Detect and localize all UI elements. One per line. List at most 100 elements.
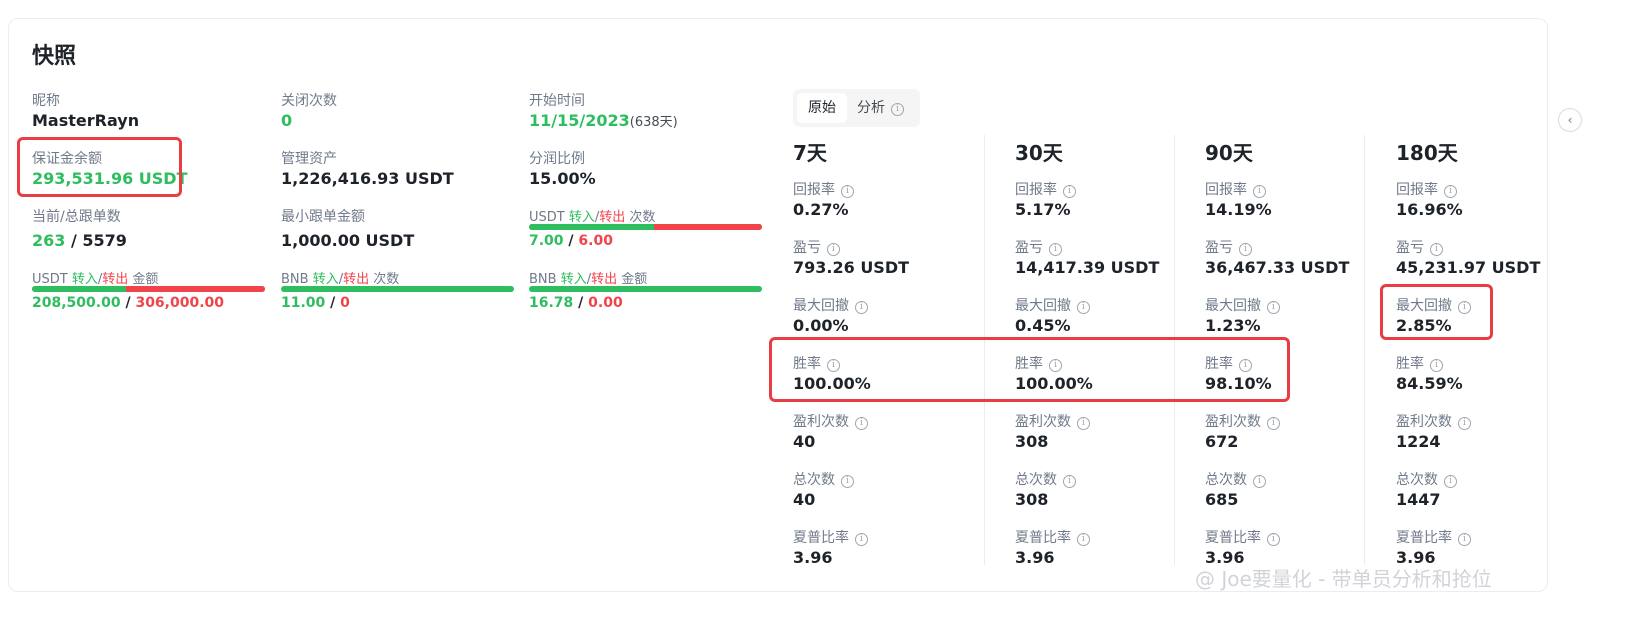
info-icon[interactable]: i bbox=[827, 243, 840, 256]
metric-label-winrate: 胜率 i bbox=[1015, 353, 1062, 373]
metric-value-pnl: 14,417.39 USDT bbox=[1015, 258, 1160, 277]
flow-bar-in bbox=[529, 224, 655, 230]
info-icon[interactable]: i bbox=[1267, 533, 1280, 546]
metric-label-sharpe: 夏普比率 i bbox=[793, 527, 868, 547]
flow-usdt-count-bar bbox=[529, 224, 762, 230]
info-icon[interactable]: i bbox=[1444, 475, 1457, 488]
metric-label-sharpe: 夏普比率 i bbox=[1205, 527, 1280, 547]
min-copy-label: 最小跟单金额 bbox=[281, 209, 365, 225]
start-date: 11/15/2023 bbox=[529, 111, 630, 130]
period-title: 180天 bbox=[1396, 141, 1458, 165]
info-icon[interactable]: i bbox=[855, 533, 868, 546]
tab-analysis-label: 分析 bbox=[857, 100, 885, 116]
metric-label-winrate: 胜率 i bbox=[1396, 353, 1443, 373]
aum-label: 管理资产 bbox=[281, 151, 337, 167]
metric-value-mdd: 1.23% bbox=[1205, 316, 1261, 335]
info-icon[interactable]: i bbox=[1077, 417, 1090, 430]
flow-usdt-amount-label: USDT 转入/转出 金额 bbox=[32, 272, 159, 287]
metric-label-text: 盈亏 bbox=[793, 240, 821, 256]
metric-label-text: 夏普比率 bbox=[793, 530, 849, 546]
info-icon[interactable]: i bbox=[1430, 359, 1443, 372]
metric-label-text: 盈亏 bbox=[1396, 240, 1424, 256]
info-icon[interactable]: i bbox=[1077, 301, 1090, 314]
metric-label-text: 夏普比率 bbox=[1015, 530, 1071, 546]
metric-label-pnl: 盈亏 i bbox=[1205, 237, 1252, 257]
metric-label-mdd: 最大回撤 i bbox=[1015, 295, 1090, 315]
metric-label-text: 回报率 bbox=[1396, 182, 1438, 198]
metric-value-total: 40 bbox=[793, 490, 816, 509]
metric-label-text: 回报率 bbox=[1205, 182, 1247, 198]
metric-label-mdd: 最大回撤 i bbox=[1205, 295, 1280, 315]
metric-label-text: 胜率 bbox=[793, 356, 821, 372]
info-icon[interactable]: i bbox=[1267, 417, 1280, 430]
info-icon[interactable]: i bbox=[1239, 359, 1252, 372]
flow-bnb-count-label: BNB 转入/转出 次数 bbox=[281, 272, 400, 287]
metric-label-text: 总次数 bbox=[1015, 472, 1057, 488]
period-title: 90天 bbox=[1205, 141, 1253, 165]
metric-label-text: 盈利次数 bbox=[1205, 414, 1261, 430]
margin-balance-label: 保证金余额 bbox=[32, 151, 102, 167]
info-icon[interactable]: i bbox=[1253, 475, 1266, 488]
metric-label-wins: 盈利次数 i bbox=[1396, 411, 1471, 431]
info-icon[interactable]: i bbox=[855, 301, 868, 314]
metric-label-wins: 盈利次数 i bbox=[1015, 411, 1090, 431]
info-icon[interactable]: i bbox=[1444, 185, 1457, 198]
metric-value-roi: 0.27% bbox=[793, 200, 849, 219]
flow-bnb-amount-bar bbox=[529, 286, 762, 292]
info-icon[interactable]: i bbox=[841, 185, 854, 198]
metric-label-text: 最大回撤 bbox=[1396, 298, 1452, 314]
metric-value-wins: 40 bbox=[793, 432, 816, 451]
info-icon[interactable]: i bbox=[855, 417, 868, 430]
info-icon[interactable]: i bbox=[1049, 359, 1062, 372]
metric-label-wins: 盈利次数 i bbox=[1205, 411, 1280, 431]
metric-label-mdd: 最大回撤 i bbox=[1396, 295, 1471, 315]
metric-label-wins: 盈利次数 i bbox=[793, 411, 868, 431]
flow-bar-out bbox=[126, 286, 265, 292]
start-time-label: 开始时间 bbox=[529, 93, 585, 109]
info-icon[interactable]: i bbox=[1253, 185, 1266, 198]
metric-label-text: 盈利次数 bbox=[1015, 414, 1071, 430]
metric-label-pnl: 盈亏 i bbox=[793, 237, 840, 257]
tab-analysis[interactable]: 分析 i bbox=[857, 93, 904, 123]
metric-label-total: 总次数 i bbox=[793, 469, 854, 489]
info-icon[interactable]: i bbox=[891, 103, 904, 116]
info-icon[interactable]: i bbox=[1458, 533, 1471, 546]
metric-value-total: 308 bbox=[1015, 490, 1049, 509]
metric-label-total: 总次数 i bbox=[1015, 469, 1076, 489]
info-icon[interactable]: i bbox=[1267, 301, 1280, 314]
info-icon[interactable]: i bbox=[1458, 301, 1471, 314]
metric-value-roi: 16.96% bbox=[1396, 200, 1463, 219]
metric-value-wins: 672 bbox=[1205, 432, 1239, 451]
tab-raw[interactable]: 原始 bbox=[797, 93, 847, 123]
column-divider bbox=[984, 135, 985, 565]
metric-value-winrate: 84.59% bbox=[1396, 374, 1463, 393]
metric-value-sharpe: 3.96 bbox=[793, 548, 833, 567]
info-icon[interactable]: i bbox=[1239, 243, 1252, 256]
metric-value-roi: 14.19% bbox=[1205, 200, 1272, 219]
scroll-left-button[interactable]: ‹ bbox=[1558, 108, 1582, 132]
info-icon[interactable]: i bbox=[1049, 243, 1062, 256]
metric-label-roi: 回报率 i bbox=[1015, 179, 1076, 199]
info-icon[interactable]: i bbox=[1458, 417, 1471, 430]
nickname-label: 昵称 bbox=[32, 93, 60, 109]
aum-value: 1,226,416.93 USDT bbox=[281, 169, 454, 188]
info-icon[interactable]: i bbox=[1077, 533, 1090, 546]
flow-bar-in bbox=[32, 286, 127, 292]
start-days: (638天) bbox=[629, 115, 678, 130]
metric-value-pnl: 793.26 USDT bbox=[793, 258, 910, 277]
metric-label-winrate: 胜率 i bbox=[793, 353, 840, 373]
flow-bar-out bbox=[654, 224, 762, 230]
info-icon[interactable]: i bbox=[841, 475, 854, 488]
info-icon[interactable]: i bbox=[827, 359, 840, 372]
metric-label-text: 最大回撤 bbox=[793, 298, 849, 314]
info-icon[interactable]: i bbox=[1063, 185, 1076, 198]
metric-value-mdd: 0.00% bbox=[793, 316, 849, 335]
metric-value-mdd: 2.85% bbox=[1396, 316, 1452, 335]
metric-label-text: 总次数 bbox=[793, 472, 835, 488]
metric-value-total: 1447 bbox=[1396, 490, 1441, 509]
info-icon[interactable]: i bbox=[1063, 475, 1076, 488]
metric-label-mdd: 最大回撤 i bbox=[793, 295, 868, 315]
metric-label-text: 总次数 bbox=[1396, 472, 1438, 488]
info-icon[interactable]: i bbox=[1430, 243, 1443, 256]
period-title: 7天 bbox=[793, 141, 827, 165]
